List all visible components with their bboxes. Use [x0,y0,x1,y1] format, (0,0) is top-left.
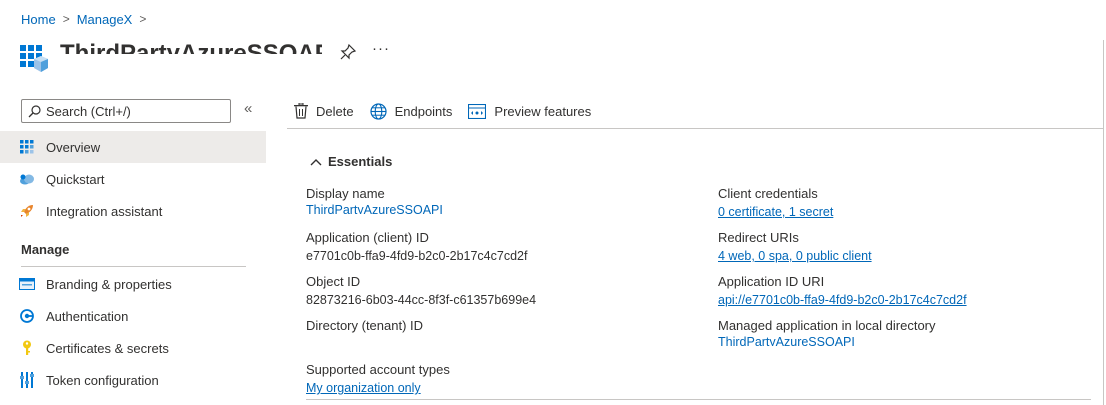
essentials-toggle[interactable]: Essentials [310,154,392,169]
quickstart-cloud-icon [19,171,35,187]
essentials-divider [306,399,1091,400]
more-options-button[interactable]: ··· [372,40,390,58]
sidebar-item-overview[interactable]: Overview [0,131,266,163]
breadcrumb-home[interactable]: Home [21,12,56,27]
authentication-icon [19,308,35,324]
sidebar-item-label: Quickstart [46,171,105,187]
preview-features-button[interactable]: Preview features [468,103,592,119]
token-config-icon [19,372,35,388]
display-name-link[interactable]: ThirdPartyAzureSSOAPI [306,204,443,214]
essentials-label: Essentials [328,154,393,169]
section-divider [21,266,246,267]
object-id-value: 82873216-6b03-44cc-8f3f-c61357b699e4 [306,293,537,307]
prop-label: Application ID URI [718,274,825,289]
app-id-uri-link[interactable]: api://e7701c0b-ffa9-4fd9-b2c0-2b17c4c7cd… [718,292,967,308]
search-input[interactable] [46,103,226,119]
prop-client-credentials: Client credentials 0 certificate, 1 secr… [718,186,833,220]
prop-label: Directory (tenant) ID [306,318,424,333]
preview-features-label: Preview features [494,103,592,119]
chevron-right-icon: > [139,12,147,26]
toolbar-divider [287,128,1103,129]
globe-icon [369,102,387,120]
prop-label: Display name [306,186,385,201]
managed-app-link[interactable]: ThirdPartyAzureSSOAPI [718,336,936,346]
prop-label: Supported account types [306,362,450,377]
rocket-icon [19,203,35,219]
prop-managed-app: Managed application in local directory T… [718,318,936,346]
sidebar-item-label: Token configuration [46,372,159,388]
sidebar-item-label: Integration assistant [46,203,163,219]
redirect-uris-link[interactable]: 4 web, 0 spa, 0 public client [718,248,872,264]
sidebar-item-authentication[interactable]: Authentication [0,300,266,332]
prop-label: Object ID [306,274,361,289]
prop-display-name: Display name ThirdPartyAzureSSOAPI [306,186,443,214]
title-mask [60,54,330,74]
prop-supported-account-types: Supported account types My organization … [306,362,450,396]
pin-icon[interactable] [339,43,357,61]
prop-label: Managed application in local directory [718,318,936,333]
sidebar-item-label: Certificates & secrets [46,340,169,356]
prop-label: Redirect URIs [718,230,799,245]
search-icon [28,104,41,117]
prop-app-id-uri: Application ID URI api://e7701c0b-ffa9-4… [718,274,967,308]
sidebar-item-branding[interactable]: Branding & properties [0,268,266,300]
sidebar-item-label: Authentication [46,308,129,324]
prop-redirect-uris: Redirect URIs 4 web, 0 spa, 0 public cli… [718,230,872,264]
sidebar-item-certificates[interactable]: Certificates & secrets [0,332,266,364]
client-id-value: e7701c0b-ffa9-4fd9-b2c0-2b17c4c7cd2f [306,249,528,263]
chevron-up-icon [310,158,322,165]
sidebar-item-quickstart[interactable]: Quickstart [0,163,266,195]
app-registration-icon [20,45,48,73]
command-bar: Delete Endpoints Preview features [294,100,607,122]
section-header-manage: Manage [21,242,70,257]
overview-grid-icon [19,139,35,155]
prop-object-id: Object ID 82873216-6b03-44cc-8f3f-c61357… [306,274,536,308]
delete-label: Delete [316,103,354,119]
key-icon [19,340,35,356]
prop-label: Application (client) ID [306,230,429,245]
endpoints-button[interactable]: Endpoints [369,102,453,120]
chevron-right-icon: > [62,12,70,26]
branding-icon [19,276,35,292]
prop-client-id: Application (client) ID e7701c0b-ffa9-4f… [306,230,527,264]
sidebar-item-token-configuration[interactable]: Token configuration [0,364,266,396]
client-credentials-link[interactable]: 0 certificate, 1 secret [718,204,833,220]
breadcrumb-managex[interactable]: ManageX [77,12,133,27]
collapse-sidebar-button[interactable]: « [244,100,258,120]
delete-button[interactable]: Delete [294,103,354,119]
prop-tenant-id: Directory (tenant) ID [306,318,423,336]
scrollbar-edge [1103,40,1104,405]
sidebar-item-label: Overview [46,139,101,155]
sidebar-item-integration-assistant[interactable]: Integration assistant [0,195,266,227]
search-box[interactable] [21,99,231,123]
endpoints-label: Endpoints [394,103,453,119]
preview-features-icon [468,103,487,119]
prop-label: Client credentials [718,186,818,201]
trash-icon [294,103,308,119]
supported-account-types-link[interactable]: My organization only [306,380,450,396]
breadcrumb: Home > ManageX > [21,10,153,28]
sidebar-item-label: Branding & properties [46,276,172,292]
